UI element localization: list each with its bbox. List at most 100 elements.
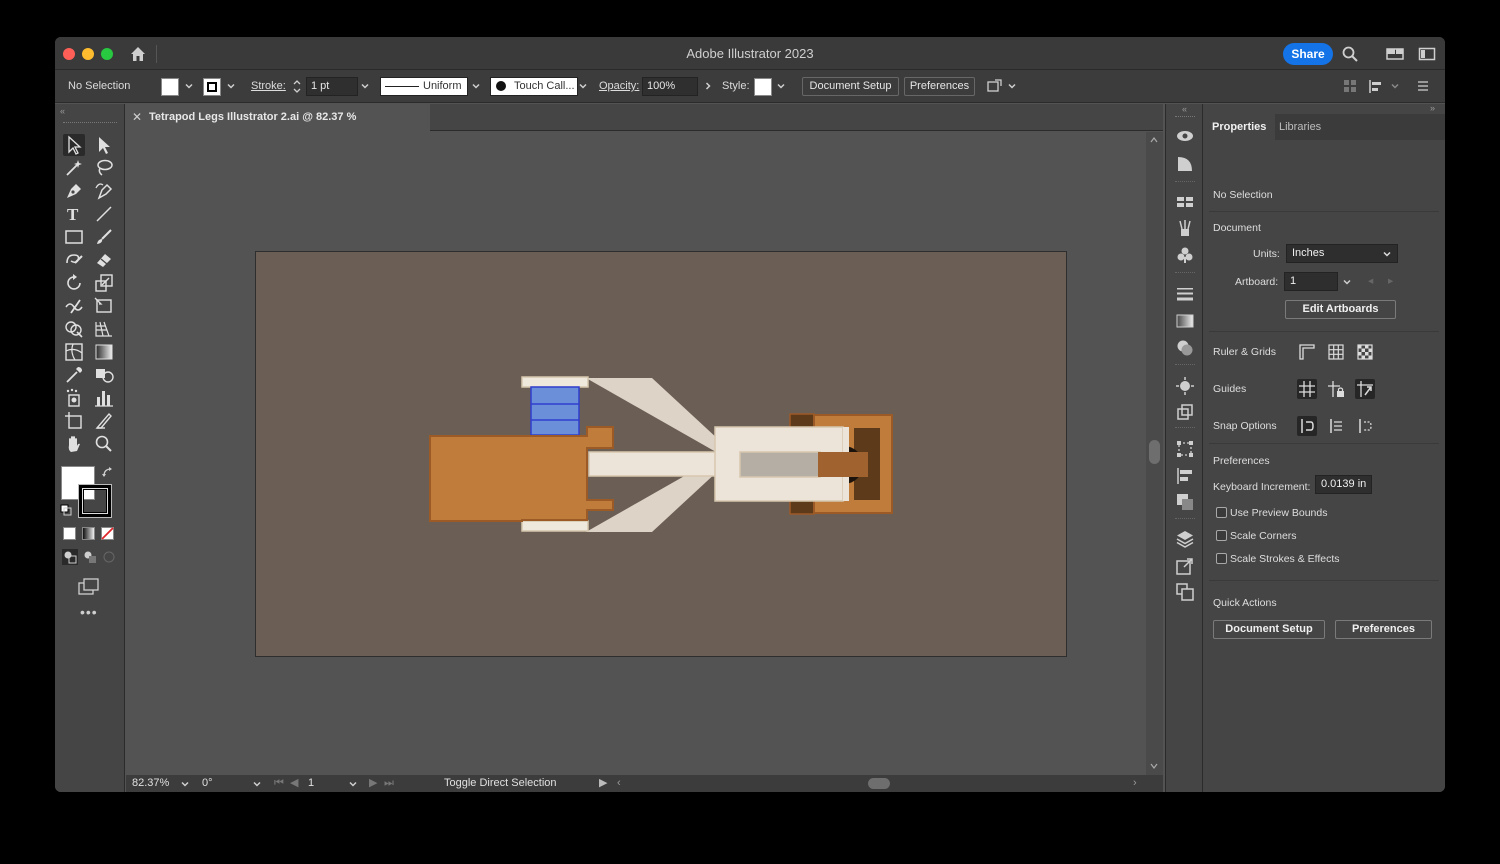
- chevron-down-icon[interactable]: [1007, 81, 1017, 91]
- swap-fill-stroke-icon[interactable]: [101, 466, 115, 480]
- direct-selection-tool-icon[interactable]: [93, 134, 115, 156]
- warp-tool-icon[interactable]: [63, 295, 85, 317]
- gradient-panel-icon[interactable]: [1175, 311, 1195, 331]
- color-mode-icon[interactable]: [63, 527, 76, 540]
- chevron-down-icon[interactable]: [1342, 277, 1352, 287]
- puppet-warp-icon[interactable]: [986, 78, 1003, 95]
- magic-wand-tool-icon[interactable]: [63, 157, 85, 179]
- grid-icon[interactable]: [1326, 342, 1346, 362]
- keyboard-increment-field[interactable]: 0.0139 in: [1315, 475, 1372, 494]
- symbols-icon[interactable]: [1175, 245, 1195, 265]
- swatches-icon[interactable]: [1175, 192, 1195, 212]
- pen-tool-icon[interactable]: [63, 180, 85, 202]
- transform-panel-icon[interactable]: [1175, 439, 1195, 459]
- strip-grip[interactable]: [1175, 116, 1195, 117]
- units-dropdown[interactable]: Inches: [1286, 244, 1398, 263]
- stroke-label[interactable]: Stroke:: [251, 70, 286, 103]
- tetrapod-legs-artwork[interactable]: [256, 252, 1068, 658]
- appearance-icon[interactable]: [1175, 126, 1195, 146]
- top-cap[interactable]: [521, 376, 589, 388]
- selection-tool-icon[interactable]: [63, 134, 85, 156]
- none-mode-icon[interactable]: [101, 527, 114, 540]
- snap-to-pixel-icon[interactable]: [1355, 416, 1375, 436]
- symbol-sprayer-tool-icon[interactable]: [63, 387, 85, 409]
- collapse-panel-icon[interactable]: »: [1430, 103, 1435, 113]
- tab-properties[interactable]: Properties: [1203, 114, 1276, 140]
- chevron-down-icon[interactable]: [360, 81, 370, 91]
- quick-preferences-button[interactable]: Preferences: [1335, 620, 1432, 639]
- scroll-left-icon[interactable]: ‹: [617, 775, 621, 792]
- preferences-button[interactable]: Preferences: [904, 77, 975, 96]
- shape-builder-tool-icon[interactable]: [63, 318, 85, 340]
- previous-artboard-icon[interactable]: ◀: [290, 775, 298, 792]
- chevron-down-icon[interactable]: [1390, 81, 1400, 91]
- grey-inner-rod[interactable]: [739, 451, 821, 478]
- document-setup-button[interactable]: Document Setup: [802, 77, 899, 96]
- cream-shaft[interactable]: [588, 451, 720, 477]
- document-tab[interactable]: ✕ Tetrapod Legs Illustrator 2.ai @ 82.37…: [125, 104, 430, 150]
- draw-inside-icon[interactable]: [101, 549, 117, 565]
- vertical-scrollbar[interactable]: [1146, 132, 1163, 775]
- arrange-documents-icon[interactable]: [1386, 45, 1404, 63]
- draw-normal-icon[interactable]: [62, 549, 78, 565]
- zoom-level[interactable]: 82.37%: [132, 775, 169, 792]
- free-transform-tool-icon[interactable]: [93, 295, 115, 317]
- artboard-number[interactable]: 1: [308, 775, 314, 792]
- quick-document-setup-button[interactable]: Document Setup: [1213, 620, 1325, 639]
- last-artboard-icon[interactable]: ⏭: [384, 775, 394, 792]
- chevron-down-icon[interactable]: [471, 81, 481, 91]
- eraser-tool-icon[interactable]: [93, 249, 115, 271]
- horizontal-scroll-thumb[interactable]: [868, 778, 890, 789]
- graphic-style-swatch[interactable]: [754, 78, 772, 96]
- edit-toolbar-icon[interactable]: •••: [80, 604, 98, 620]
- draw-behind-icon[interactable]: [82, 549, 98, 565]
- color-guide-icon[interactable]: [1175, 154, 1195, 174]
- hand-tool-icon[interactable]: [63, 433, 85, 455]
- close-tab-icon[interactable]: ✕: [132, 104, 142, 131]
- brushes-icon[interactable]: [1175, 218, 1195, 238]
- use-preview-bounds-checkbox[interactable]: [1216, 507, 1227, 518]
- scale-strokes-effects-checkbox[interactable]: [1216, 553, 1227, 564]
- variable-width-profile[interactable]: Uniform: [380, 77, 468, 96]
- artboard[interactable]: [255, 251, 1067, 657]
- stroke-swatch[interactable]: [203, 78, 221, 96]
- next-artboard-icon[interactable]: ▶: [369, 775, 377, 792]
- rotate-tool-icon[interactable]: [63, 272, 85, 294]
- brush-definition[interactable]: Touch Call...: [490, 77, 578, 96]
- bottom-cap[interactable]: [521, 520, 589, 532]
- status-menu-icon[interactable]: ▶: [599, 775, 607, 792]
- blue-block[interactable]: [530, 386, 580, 436]
- chevron-down-icon[interactable]: [252, 779, 262, 789]
- layers-icon[interactable]: [1175, 529, 1195, 549]
- opacity-label[interactable]: Opacity:: [599, 70, 639, 103]
- next-artboard-icon[interactable]: ▸: [1388, 275, 1393, 287]
- scroll-up-icon[interactable]: [1149, 136, 1159, 144]
- zoom-tool-icon[interactable]: [93, 433, 115, 455]
- previous-artboard-icon[interactable]: ◂: [1368, 275, 1373, 287]
- tab-libraries[interactable]: Libraries: [1270, 114, 1330, 140]
- line-segment-tool-icon[interactable]: [93, 203, 115, 225]
- artboard-field[interactable]: 1: [1284, 272, 1338, 291]
- asset-export-icon[interactable]: [1175, 556, 1195, 576]
- export-for-screens-icon[interactable]: [1175, 402, 1195, 422]
- smart-guides-icon[interactable]: [1355, 379, 1375, 399]
- collapse-strip-icon[interactable]: «: [1182, 104, 1187, 114]
- edit-artboards-button[interactable]: Edit Artboards: [1285, 300, 1396, 319]
- snap-to-point-icon[interactable]: [1297, 416, 1317, 436]
- transparency-icon[interactable]: [1175, 338, 1195, 358]
- show-guides-icon[interactable]: [1297, 379, 1317, 399]
- chevron-down-icon[interactable]: [180, 779, 190, 789]
- vertical-scroll-thumb[interactable]: [1149, 440, 1160, 464]
- blend-tool-icon[interactable]: [93, 364, 115, 386]
- mesh-tool-icon[interactable]: [63, 341, 85, 363]
- lock-guides-icon[interactable]: [1326, 379, 1346, 399]
- artboards-panel-icon[interactable]: [1175, 582, 1195, 602]
- chevron-down-icon[interactable]: [184, 81, 194, 91]
- lasso-tool-icon[interactable]: [93, 157, 115, 179]
- brown-rod-end[interactable]: [818, 452, 868, 477]
- default-fill-stroke-icon[interactable]: [60, 504, 72, 516]
- transparency-grid-icon[interactable]: [1355, 342, 1375, 362]
- chevron-down-icon[interactable]: [226, 81, 236, 91]
- search-icon[interactable]: [1341, 45, 1359, 63]
- gradient-tool-icon[interactable]: [93, 341, 115, 363]
